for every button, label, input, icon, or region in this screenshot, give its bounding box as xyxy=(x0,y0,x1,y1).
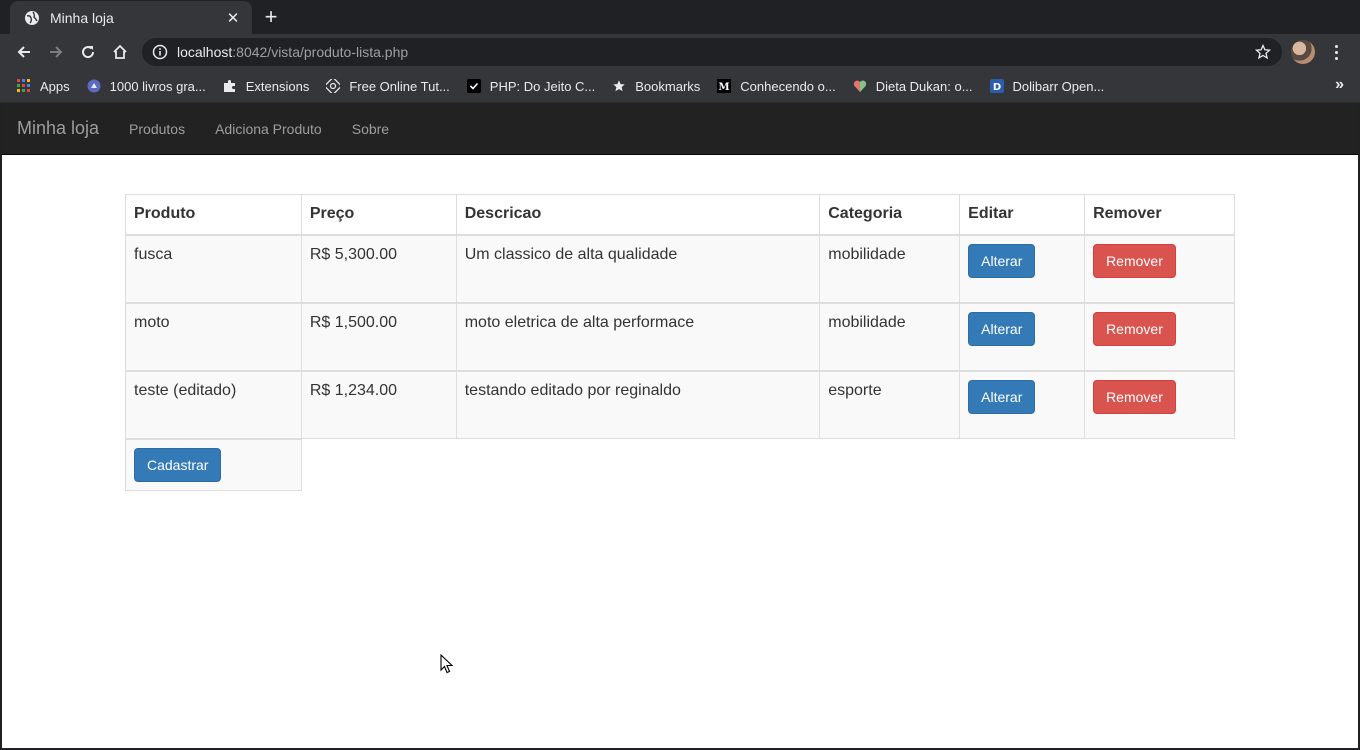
bookmark-dolibarr[interactable]: D Dolibarr Open... xyxy=(981,73,1113,99)
bookmark-extensions[interactable]: Extensions xyxy=(214,73,318,99)
svg-text:M: M xyxy=(719,82,730,93)
home-icon[interactable] xyxy=(108,40,132,64)
cell-produto: fusca xyxy=(125,233,302,303)
medium-logo-icon: M xyxy=(716,78,732,94)
site-brand[interactable]: Minha loja xyxy=(17,118,99,139)
remover-button[interactable]: Remover xyxy=(1093,379,1176,414)
cell-preco: R$ 1,234.00 xyxy=(300,369,457,439)
bookmark-label: Conhecendo o... xyxy=(740,78,836,94)
cell-produto: teste (editado) xyxy=(125,369,302,439)
bookmark-php[interactable]: PHP: Do Jeito C... xyxy=(458,73,603,99)
cadastrar-button[interactable]: Cadastrar xyxy=(134,447,222,482)
checkmark-site-icon xyxy=(466,78,482,94)
browser-tab[interactable]: Minha loja ✕ xyxy=(10,1,252,34)
nav-produtos[interactable]: Produtos xyxy=(114,121,200,137)
cell-remover: Remover xyxy=(1084,369,1235,439)
more-bookmarks-icon[interactable]: » xyxy=(1335,76,1344,94)
book-site-icon xyxy=(86,78,102,94)
alterar-button[interactable]: Alterar xyxy=(968,379,1036,414)
table-actions-row: Cadastrar xyxy=(125,437,1235,491)
bookmark-star-icon[interactable] xyxy=(1254,43,1272,61)
cell-cadastrar: Cadastrar xyxy=(125,437,302,491)
bookmark-conhecendo[interactable]: M Conhecendo o... xyxy=(708,73,843,99)
forward-arrow-icon[interactable] xyxy=(44,40,68,64)
nav-sobre[interactable]: Sobre xyxy=(337,121,404,137)
url-text: localhost:8042/vista/produto-lista.php xyxy=(177,44,1254,60)
bookmark-label: 1000 livros gra... xyxy=(109,78,206,94)
svg-text:D: D xyxy=(992,82,1000,93)
cell-categoria: esporte xyxy=(819,369,961,439)
cell-descricao: Um classico de alta qualidade xyxy=(455,233,821,303)
apps-grid-icon xyxy=(16,78,32,94)
header-produto: Produto xyxy=(125,194,302,236)
browser-tab-strip: Minha loja ✕ + xyxy=(0,0,1360,34)
table-row: fusca R$ 5,300.00 Um classico de alta qu… xyxy=(125,233,1235,303)
bookmark-label: Dieta Dukan: o... xyxy=(875,78,973,94)
table-header-row: Produto Preço Descricao Categoria Editar… xyxy=(125,194,1235,236)
back-arrow-icon[interactable] xyxy=(12,40,36,64)
products-table: Produto Preço Descricao Categoria Editar… xyxy=(125,194,1235,491)
site-navbar: Minha loja Produtos Adiciona Produto Sob… xyxy=(2,103,1358,155)
cell-editar: Alterar xyxy=(959,301,1086,371)
nav-adiciona-produto[interactable]: Adiciona Produto xyxy=(200,121,337,137)
page-viewport: Minha loja Produtos Adiciona Produto Sob… xyxy=(2,103,1358,748)
new-tab-icon[interactable]: + xyxy=(260,6,282,28)
address-bar[interactable]: localhost:8042/vista/produto-lista.php xyxy=(142,38,1282,66)
cell-remover: Remover xyxy=(1084,233,1235,303)
heart-site-icon xyxy=(852,78,868,94)
empty-cell xyxy=(301,438,1235,491)
table-row: teste (editado) R$ 1,234.00 testando edi… xyxy=(125,369,1235,439)
cell-categoria: mobilidade xyxy=(819,301,961,371)
alterar-button[interactable]: Alterar xyxy=(968,243,1036,278)
bookmark-label: Apps xyxy=(40,78,70,94)
cell-preco: R$ 1,500.00 xyxy=(300,301,457,371)
mouse-pointer-icon xyxy=(440,654,454,674)
url-host: localhost xyxy=(177,44,233,60)
header-preco: Preço xyxy=(300,194,457,236)
site-info-icon[interactable] xyxy=(152,44,168,60)
bookmark-apps[interactable]: Apps xyxy=(8,73,78,99)
bookmark-label: Bookmarks xyxy=(635,78,701,94)
header-editar: Editar xyxy=(959,194,1086,236)
alterar-button[interactable]: Alterar xyxy=(968,311,1036,346)
tutorial-site-icon xyxy=(325,78,341,94)
bookmark-1000-livros[interactable]: 1000 livros gra... xyxy=(78,73,214,99)
table-row: moto R$ 1,500.00 moto eletrica de alta p… xyxy=(125,301,1235,371)
bookmark-bookmarks[interactable]: Bookmarks xyxy=(603,73,708,99)
header-categoria: Categoria xyxy=(819,194,961,236)
header-remover: Remover xyxy=(1084,194,1235,236)
close-tab-icon[interactable]: ✕ xyxy=(224,9,242,27)
remover-button[interactable]: Remover xyxy=(1093,243,1176,278)
header-descricao: Descricao xyxy=(455,194,821,236)
bookmark-label: PHP: Do Jeito C... xyxy=(489,78,596,94)
bookmark-dieta-dukan[interactable]: Dieta Dukan: o... xyxy=(844,73,981,99)
url-path: :8042/vista/produto-lista.php xyxy=(232,44,409,60)
cell-editar: Alterar xyxy=(959,369,1086,439)
bookmarks-bar: Apps 1000 livros gra... Extensions Free … xyxy=(0,70,1360,103)
cell-descricao: testando editado por reginaldo xyxy=(455,369,821,439)
tab-title: Minha loja xyxy=(50,9,114,26)
bookmark-label: Extensions xyxy=(245,78,310,94)
browser-menu-icon[interactable] xyxy=(1326,40,1346,64)
cell-categoria: mobilidade xyxy=(819,233,961,303)
products-container: Produto Preço Descricao Categoria Editar… xyxy=(125,194,1235,491)
cell-editar: Alterar xyxy=(959,233,1086,303)
cell-remover: Remover xyxy=(1084,301,1235,371)
remover-button[interactable]: Remover xyxy=(1093,311,1176,346)
puzzle-icon xyxy=(222,78,238,94)
bookmark-free-online-tut[interactable]: Free Online Tut... xyxy=(317,73,457,99)
cell-preco: R$ 5,300.00 xyxy=(300,233,457,303)
reload-icon[interactable] xyxy=(76,40,100,64)
cell-produto: moto xyxy=(125,301,302,371)
globe-icon xyxy=(24,10,40,26)
dolibarr-logo-icon: D xyxy=(989,78,1005,94)
star-icon xyxy=(611,78,627,94)
profile-avatar[interactable] xyxy=(1291,40,1315,64)
bookmark-label: Free Online Tut... xyxy=(349,78,450,94)
bookmark-label: Dolibarr Open... xyxy=(1012,78,1105,94)
cell-descricao: moto eletrica de alta performace xyxy=(455,301,821,371)
browser-toolbar: localhost:8042/vista/produto-lista.php xyxy=(0,34,1360,70)
